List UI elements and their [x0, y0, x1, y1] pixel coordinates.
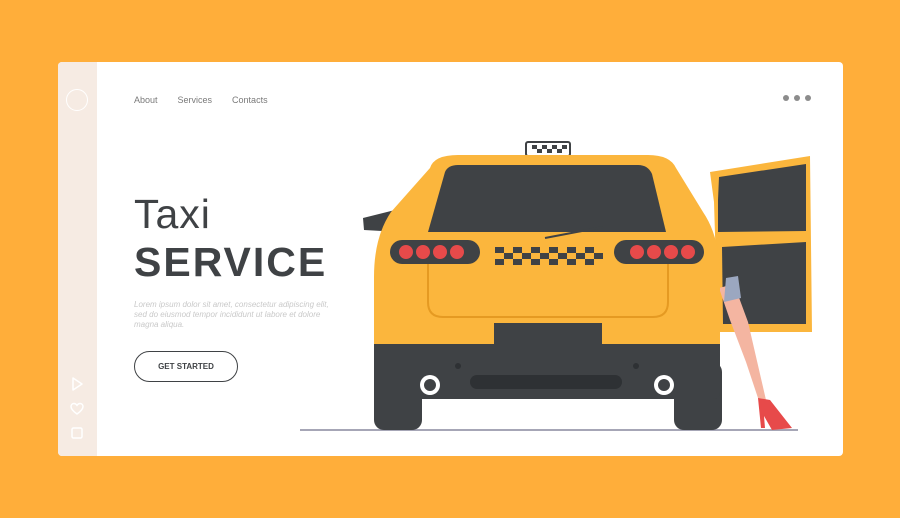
- taxi-roof-sign: [525, 141, 571, 157]
- license-plate: [494, 323, 602, 345]
- landing-card: About Services Contacts Taxi SERVICE Lor…: [58, 62, 843, 456]
- right-taillight: [614, 240, 704, 264]
- taxi-illustration: [300, 141, 812, 431]
- rear-window: [428, 165, 666, 232]
- left-taillight: [390, 240, 480, 264]
